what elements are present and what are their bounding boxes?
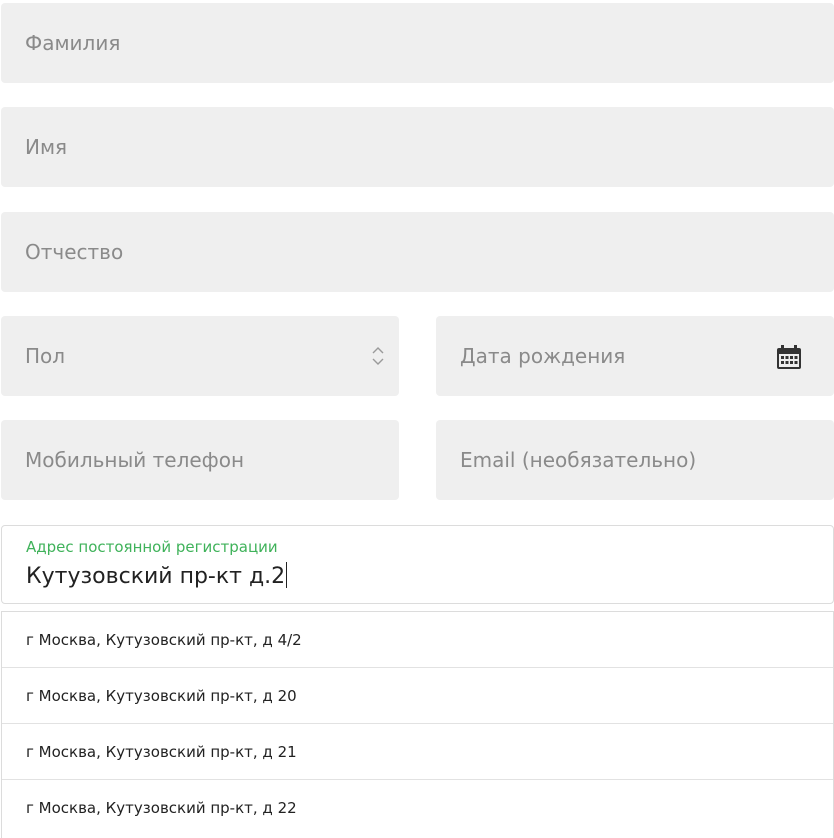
surname-field[interactable]: Фамилия bbox=[1, 3, 834, 83]
patronymic-placeholder: Отчество bbox=[25, 240, 124, 264]
birthdate-placeholder: Дата рождения bbox=[460, 344, 626, 368]
name-field[interactable]: Имя bbox=[1, 107, 834, 187]
name-placeholder: Имя bbox=[25, 135, 68, 159]
patronymic-field[interactable]: Отчество bbox=[1, 212, 834, 292]
address-label: Адрес постоянной регистрации bbox=[26, 538, 278, 556]
address-input-value[interactable]: Кутузовский пр-кт д.2 bbox=[26, 562, 288, 589]
suggestion-item[interactable]: г Москва, Кутузовский пр-кт, д 21 bbox=[2, 724, 833, 780]
surname-placeholder: Фамилия bbox=[25, 31, 121, 55]
suggestion-item[interactable]: г Москва, Кутузовский пр-кт, д 22 bbox=[2, 780, 833, 836]
address-field[interactable]: Адрес постоянной регистрации Кутузовский… bbox=[1, 525, 834, 604]
text-caret bbox=[286, 562, 288, 588]
birthdate-field[interactable]: Дата рождения bbox=[436, 316, 834, 396]
mobile-phone-field[interactable]: Мобильный телефон bbox=[1, 420, 399, 500]
gender-placeholder: Пол bbox=[25, 344, 66, 368]
sort-updown-icon bbox=[372, 347, 384, 365]
mobile-phone-placeholder: Мобильный телефон bbox=[25, 448, 245, 472]
suggestion-item[interactable]: г Москва, Кутузовский пр-кт, д 4/2 bbox=[2, 612, 833, 668]
suggestion-item[interactable]: г Москва, Кутузовский пр-кт, д 20 bbox=[2, 668, 833, 724]
address-suggestions-list: г Москва, Кутузовский пр-кт, д 4/2 г Мос… bbox=[1, 611, 834, 838]
gender-select[interactable]: Пол bbox=[1, 316, 399, 396]
calendar-icon[interactable] bbox=[776, 344, 802, 370]
email-placeholder: Email (необязательно) bbox=[460, 448, 697, 472]
email-field[interactable]: Email (необязательно) bbox=[436, 420, 834, 500]
